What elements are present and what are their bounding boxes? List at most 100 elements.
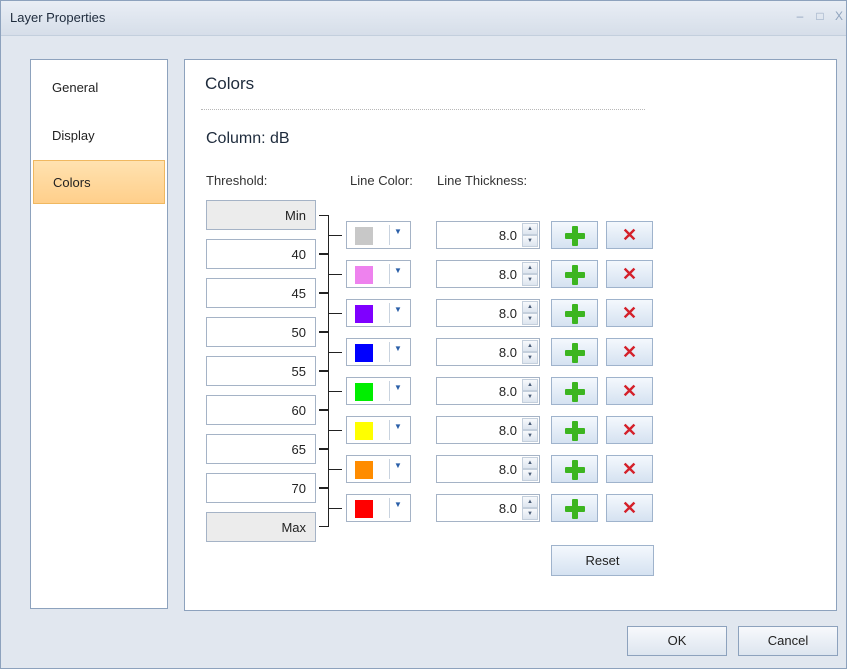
divider [389, 380, 390, 401]
sidebar-item-general[interactable]: General [33, 66, 165, 110]
line-thickness-stepper[interactable]: 8.0 ▲ ▼ [436, 259, 540, 288]
line-thickness-value[interactable]: 8.0 [499, 228, 517, 243]
line-thickness-value[interactable]: 8.0 [499, 501, 517, 516]
sidebar-item-colors[interactable]: Colors [33, 160, 165, 204]
line-color-picker[interactable]: ▼ [346, 259, 411, 288]
line-thickness-stepper[interactable]: 8.0 ▲ ▼ [436, 415, 540, 444]
threshold-input[interactable]: 55 [206, 356, 316, 386]
line-thickness-value[interactable]: 8.0 [499, 306, 517, 321]
chevron-down-icon[interactable]: ▼ [394, 422, 402, 431]
plus-icon [565, 342, 585, 363]
cancel-button[interactable]: Cancel [738, 626, 838, 656]
minimize-icon[interactable]: – [791, 7, 809, 25]
spin-down-icon[interactable]: ▼ [522, 351, 538, 364]
line-thickness-stepper[interactable]: 8.0 ▲ ▼ [436, 454, 540, 483]
spin-up-icon[interactable]: ▲ [522, 300, 538, 313]
line-color-picker[interactable]: ▼ [346, 298, 411, 327]
spin-down-icon[interactable]: ▼ [522, 234, 538, 247]
color-swatch [355, 460, 373, 479]
sidebar: General Display Colors [30, 59, 168, 609]
bracket-connector [328, 273, 342, 275]
line-thickness-value[interactable]: 8.0 [499, 423, 517, 438]
line-color-picker[interactable]: ▼ [346, 415, 411, 444]
plus-icon [565, 303, 585, 324]
line-thickness-value[interactable]: 8.0 [499, 384, 517, 399]
delete-row-button[interactable]: ✕ [606, 220, 653, 249]
line-thickness-stepper[interactable]: 8.0 ▲ ▼ [436, 298, 540, 327]
spin-down-icon[interactable]: ▼ [522, 507, 538, 520]
add-row-button[interactable] [551, 454, 598, 483]
divider [389, 419, 390, 440]
add-row-button[interactable] [551, 376, 598, 405]
page-title: Colors [205, 74, 255, 93]
add-row-button[interactable] [551, 337, 598, 366]
chevron-down-icon[interactable]: ▼ [394, 500, 402, 509]
line-color-header: Line Color: [350, 173, 413, 188]
title-bar[interactable]: Layer Properties – □ X [1, 1, 846, 36]
line-thickness-value[interactable]: 8.0 [499, 345, 517, 360]
delete-row-button[interactable]: ✕ [606, 259, 653, 288]
colors-panel: Colors Column: dB Threshold: Line Color:… [184, 59, 837, 611]
threshold-input[interactable]: 70 [206, 473, 316, 503]
threshold-input[interactable]: 45 [206, 278, 316, 308]
delete-row-button[interactable]: ✕ [606, 376, 653, 405]
chevron-down-icon[interactable]: ▼ [394, 305, 402, 314]
line-thickness-stepper[interactable]: 8.0 ▲ ▼ [436, 337, 540, 366]
column-label: Column: dB [206, 130, 290, 147]
divider [201, 109, 645, 110]
line-thickness-stepper[interactable]: 8.0 ▲ ▼ [436, 220, 540, 249]
spin-down-icon[interactable]: ▼ [522, 390, 538, 403]
line-color-picker[interactable]: ▼ [346, 493, 411, 522]
spin-up-icon[interactable]: ▲ [522, 495, 538, 508]
add-row-button[interactable] [551, 259, 598, 288]
chevron-down-icon[interactable]: ▼ [394, 227, 402, 236]
spin-down-icon[interactable]: ▼ [522, 312, 538, 325]
spin-up-icon[interactable]: ▲ [522, 339, 538, 352]
add-row-button[interactable] [551, 493, 598, 522]
plus-icon [565, 420, 585, 441]
threshold-header: Threshold: [206, 173, 268, 188]
ok-button[interactable]: OK [627, 626, 727, 656]
line-thickness-stepper[interactable]: 8.0 ▲ ▼ [436, 493, 540, 522]
reset-button[interactable]: Reset [551, 545, 654, 576]
spin-up-icon[interactable]: ▲ [522, 378, 538, 391]
line-thickness-value[interactable]: 8.0 [499, 267, 517, 282]
chevron-down-icon[interactable]: ▼ [394, 461, 402, 470]
delete-row-button[interactable]: ✕ [606, 415, 653, 444]
spin-down-icon[interactable]: ▼ [522, 273, 538, 286]
delete-row-button[interactable]: ✕ [606, 454, 653, 483]
delete-row-button[interactable]: ✕ [606, 298, 653, 327]
spin-down-icon[interactable]: ▼ [522, 468, 538, 481]
line-color-picker[interactable]: ▼ [346, 220, 411, 249]
add-row-button[interactable] [551, 220, 598, 249]
threshold-input[interactable]: 60 [206, 395, 316, 425]
spin-up-icon[interactable]: ▲ [522, 417, 538, 430]
chevron-down-icon[interactable]: ▼ [394, 344, 402, 353]
add-row-button[interactable] [551, 298, 598, 327]
sidebar-item-display[interactable]: Display [33, 114, 165, 158]
add-row-button[interactable] [551, 415, 598, 444]
threshold-input[interactable]: 40 [206, 239, 316, 269]
delete-row-button[interactable]: ✕ [606, 493, 653, 522]
divider [389, 458, 390, 479]
spin-up-icon[interactable]: ▲ [522, 222, 538, 235]
chevron-down-icon[interactable]: ▼ [394, 383, 402, 392]
line-color-picker[interactable]: ▼ [346, 337, 411, 366]
spin-up-icon[interactable]: ▲ [522, 456, 538, 469]
maximize-icon[interactable]: □ [811, 7, 829, 25]
threshold-input[interactable]: 50 [206, 317, 316, 347]
plus-icon [565, 225, 585, 246]
color-swatch [355, 304, 373, 323]
line-color-picker[interactable]: ▼ [346, 454, 411, 483]
chevron-down-icon[interactable]: ▼ [394, 266, 402, 275]
spin-down-icon[interactable]: ▼ [522, 429, 538, 442]
threshold-input[interactable]: 65 [206, 434, 316, 464]
line-color-picker[interactable]: ▼ [346, 376, 411, 405]
close-icon[interactable]: X [830, 7, 847, 25]
delete-icon: ✕ [621, 263, 638, 284]
line-thickness-stepper[interactable]: 8.0 ▲ ▼ [436, 376, 540, 405]
delete-row-button[interactable]: ✕ [606, 337, 653, 366]
line-thickness-value[interactable]: 8.0 [499, 462, 517, 477]
layer-properties-window: Layer Properties – □ X General Display C… [0, 0, 847, 669]
spin-up-icon[interactable]: ▲ [522, 261, 538, 274]
